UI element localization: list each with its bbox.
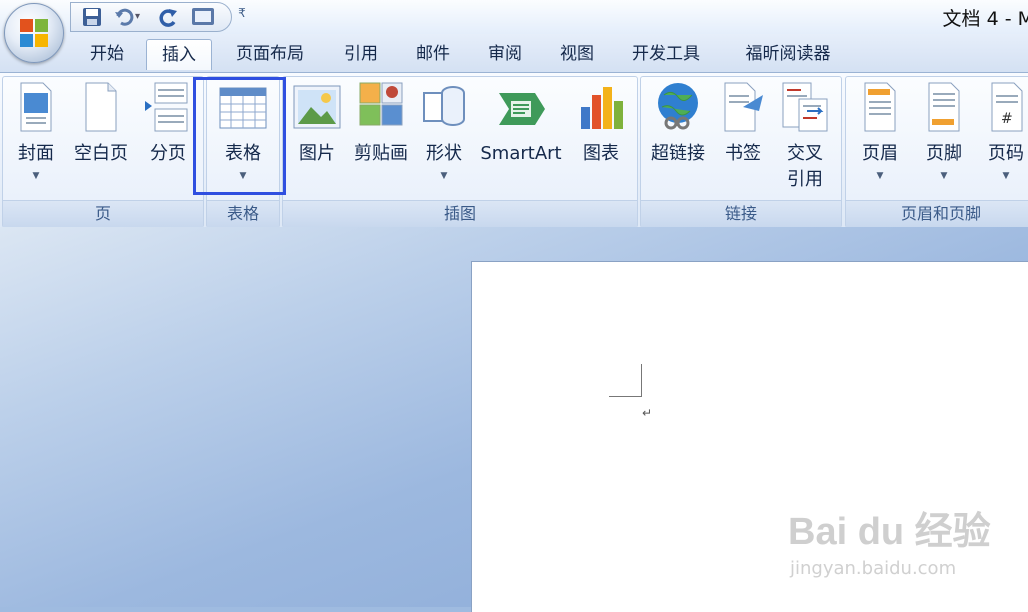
tab-references[interactable]: 引用 <box>330 39 392 69</box>
tab-page-layout[interactable]: 页面布局 <box>222 39 318 69</box>
clipart-icon <box>359 82 403 126</box>
group-header-footer-label: 页眉和页脚 <box>846 200 1028 227</box>
footer-button[interactable]: 页脚 ▼ <box>916 81 972 199</box>
undo-dropdown-icon[interactable]: ▾ <box>135 6 147 28</box>
group-pages-label: 页 <box>3 200 203 227</box>
redo-icon[interactable] <box>157 6 179 28</box>
office-button[interactable] <box>4 3 64 63</box>
footer-icon <box>928 82 960 132</box>
clipart-button[interactable]: 剪贴画 <box>349 81 413 171</box>
page-break-button[interactable]: 分页 <box>141 81 195 171</box>
group-pages: 封面 ▼ 空白页 分页 页 <box>2 76 204 228</box>
tab-foxit-reader[interactable]: 福昕阅读器 <box>726 39 850 69</box>
margin-corner-mark-vertical <box>641 364 642 397</box>
quick-access-toolbar: ▾ <box>70 2 232 32</box>
chart-icon <box>581 87 623 129</box>
save-icon[interactable] <box>81 6 103 28</box>
cross-reference-icon <box>782 82 828 132</box>
group-links-label: 链接 <box>641 200 841 227</box>
shapes-dropdown-icon: ▼ <box>440 171 448 181</box>
tab-insert[interactable]: 插入 <box>146 39 212 70</box>
cover-page-dropdown-icon: ▼ <box>32 171 40 181</box>
bookmark-label: 书签 <box>725 143 761 164</box>
bookmark-button[interactable]: 书签 <box>717 81 769 171</box>
paragraph-mark: ↵ <box>642 406 653 420</box>
header-label: 页眉 <box>862 143 898 164</box>
tab-view[interactable]: 视图 <box>546 39 608 69</box>
hyperlink-button[interactable]: 超链接 <box>645 81 711 171</box>
group-tables-label: 表格 <box>207 200 279 227</box>
footer-label: 页脚 <box>926 143 962 164</box>
blank-page-button[interactable]: 空白页 <box>69 81 133 171</box>
cross-reference-label-line1: 交叉 <box>787 143 823 164</box>
tab-mailings[interactable]: 邮件 <box>402 39 464 69</box>
shapes-label: 形状 <box>426 143 462 164</box>
group-illustrations: 图片 剪贴画 形状 ▼ SmartArt 图表 插图 <box>282 76 638 228</box>
page-break-label: 分页 <box>150 143 186 164</box>
margin-corner-mark <box>609 396 642 397</box>
ribbon: 封面 ▼ 空白页 分页 页 表格 ▼ 表格 图片 剪贴画 形状 ▼ SmartA… <box>0 72 1028 228</box>
group-header-footer: 页眉 ▼ 页脚 ▼ # 页码 ▼ 页眉和页脚 <box>845 76 1028 228</box>
shapes-icon <box>423 86 465 126</box>
header-button[interactable]: 页眉 ▼ <box>852 81 908 199</box>
chart-button[interactable]: 图表 <box>571 81 631 171</box>
cross-reference-label-line2: 引用 <box>787 169 823 190</box>
print-preview-icon[interactable] <box>191 6 214 28</box>
picture-button[interactable]: 图片 <box>289 81 345 171</box>
hyperlink-icon <box>658 83 698 130</box>
cover-page-label: 封面 <box>18 143 54 164</box>
chart-label: 图表 <box>583 143 619 164</box>
customize-qat-icon[interactable]: ₹ <box>234 6 250 24</box>
tab-review[interactable]: 审阅 <box>474 39 536 69</box>
smartart-button[interactable]: SmartArt <box>475 81 567 171</box>
title-bar: ▾ ₹ 文档 4 - M <box>0 0 1028 34</box>
watermark-brand: Bai du 经验 <box>788 511 991 553</box>
blank-page-icon <box>85 82 117 132</box>
page-number-button[interactable]: # 页码 ▼ <box>980 81 1028 199</box>
cover-page-button[interactable]: 封面 ▼ <box>11 81 61 199</box>
cover-page-icon <box>20 82 52 132</box>
shapes-button[interactable]: 形状 ▼ <box>417 81 471 199</box>
tab-home[interactable]: 开始 <box>76 39 138 69</box>
blank-page-label: 空白页 <box>74 143 128 164</box>
tab-developer[interactable]: 开发工具 <box>618 39 714 69</box>
page-number-icon: # <box>991 82 1023 132</box>
bookmark-icon <box>724 82 763 132</box>
office-logo-icon <box>20 19 48 47</box>
undo-icon[interactable] <box>113 6 135 28</box>
page-number-dropdown-icon: ▼ <box>1002 171 1010 181</box>
header-icon <box>864 82 896 132</box>
header-dropdown-icon: ▼ <box>876 171 884 181</box>
baidu-watermark: Bai du 经验 jingyan.baidu.com <box>788 500 991 579</box>
picture-label: 图片 <box>299 143 335 164</box>
footer-dropdown-icon: ▼ <box>940 171 948 181</box>
smartart-label: SmartArt <box>480 143 562 164</box>
svg-text:#: # <box>1001 111 1013 127</box>
cross-reference-button[interactable]: 交叉 引用 <box>775 81 835 199</box>
watermark-url: jingyan.baidu.com <box>790 558 957 579</box>
page-number-label: 页码 <box>988 143 1024 164</box>
smartart-icon <box>499 93 545 125</box>
window-title: 文档 4 - M <box>942 8 1028 30</box>
group-links: 超链接 书签 交叉 引用 链接 <box>640 76 842 228</box>
group-illustrations-label: 插图 <box>283 200 637 227</box>
picture-icon <box>293 85 341 129</box>
clipart-label: 剪贴画 <box>354 143 408 164</box>
page-break-icon <box>145 82 188 132</box>
hyperlink-label: 超链接 <box>651 143 705 164</box>
table-button-highlight <box>193 77 286 195</box>
ribbon-tabs: 开始 插入 页面布局 引用 邮件 审阅 视图 开发工具 福昕阅读器 <box>0 34 1028 72</box>
